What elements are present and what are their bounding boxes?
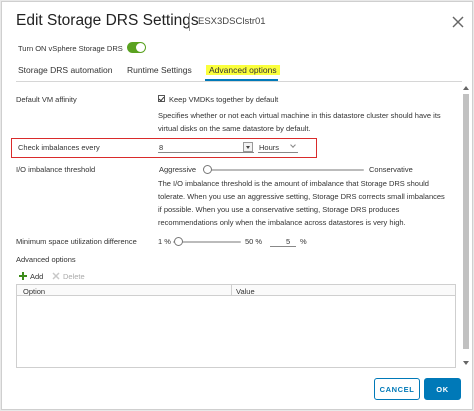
min-space-input[interactable]: 5 xyxy=(270,236,296,247)
check-imbalances-input[interactable]: 8 xyxy=(158,142,254,153)
min-space-label: Minimum space utilization difference xyxy=(16,237,137,246)
tab-runtime-settings[interactable]: Runtime Settings xyxy=(127,65,192,75)
keep-vmdks-together-label: Keep VMDKs together by default xyxy=(169,95,279,104)
delete-x-icon xyxy=(52,272,60,280)
table-header: Option Value xyxy=(17,285,455,296)
io-threshold-aggressive-label: Aggressive xyxy=(159,165,197,174)
io-threshold-description-line4: recommendations only when the imbalance … xyxy=(158,218,406,227)
vm-affinity-description-line2: virtual disks on the same datastore by d… xyxy=(158,124,311,133)
vertical-scrollbar[interactable] xyxy=(461,84,471,367)
min-space-value: 5 xyxy=(286,237,291,246)
scroll-up-arrow-icon[interactable] xyxy=(463,86,469,90)
close-icon[interactable] xyxy=(451,15,465,29)
keep-vmdks-together-checkbox[interactable] xyxy=(158,95,165,102)
check-imbalances-stepper-dropdown-icon[interactable] xyxy=(243,142,253,152)
check-imbalances-value: 8 xyxy=(159,143,164,152)
advanced-options-table: Option Value xyxy=(16,284,456,368)
min-space-slider-track[interactable] xyxy=(173,241,241,243)
interval-unit-value: Hours xyxy=(259,143,280,152)
column-header-option[interactable]: Option xyxy=(23,287,45,296)
delete-option-button: Delete xyxy=(63,272,85,281)
add-option-button[interactable]: Add xyxy=(30,272,43,281)
active-tab-indicator xyxy=(205,79,278,81)
cancel-button[interactable]: CANCEL xyxy=(374,378,420,400)
dialog-title: Edit Storage DRS Settings xyxy=(16,12,199,29)
title-separator xyxy=(189,13,190,31)
io-threshold-slider-track[interactable] xyxy=(204,169,364,171)
tab-storage-drs-automation[interactable]: Storage DRS automation xyxy=(18,65,113,75)
scrollbar-thumb[interactable] xyxy=(463,94,469,349)
edit-storage-drs-dialog: Edit Storage DRS Settings ESX3DSClstr01 … xyxy=(1,1,473,410)
toggle-knob xyxy=(136,43,145,52)
check-imbalances-label: Check imbalances every xyxy=(18,143,100,152)
min-space-max-label: 50 % xyxy=(245,237,263,246)
tab-advanced-options[interactable]: Advanced options xyxy=(206,65,280,75)
plus-icon[interactable] xyxy=(19,272,27,280)
min-space-unit: % xyxy=(300,237,307,246)
dialog-host-name: ESX3DSClstr01 xyxy=(198,16,266,27)
ok-button[interactable]: OK xyxy=(424,378,461,400)
io-threshold-label: I/O imbalance threshold xyxy=(16,165,96,174)
scroll-down-arrow-icon[interactable] xyxy=(463,361,469,365)
vm-affinity-label: Default VM affinity xyxy=(16,95,77,104)
io-threshold-conservative-label: Conservative xyxy=(369,165,413,174)
vm-affinity-description-line1: Specifies whether or not each virtual ma… xyxy=(158,111,441,120)
storage-drs-toggle[interactable] xyxy=(127,42,146,53)
min-space-min-label: 1 % xyxy=(158,237,171,246)
storage-drs-toggle-label: Turn ON vSphere Storage DRS xyxy=(18,44,123,53)
io-threshold-description-line2: tolerate. When you use an aggressive set… xyxy=(158,192,445,201)
advanced-options-label: Advanced options xyxy=(16,255,76,264)
io-threshold-description-line1: The I/O imbalance threshold is the amoun… xyxy=(158,179,429,188)
column-header-value[interactable]: Value xyxy=(236,287,255,296)
column-separator[interactable] xyxy=(231,285,232,296)
io-threshold-description-line3: if possible. When you use a conservative… xyxy=(158,205,400,214)
